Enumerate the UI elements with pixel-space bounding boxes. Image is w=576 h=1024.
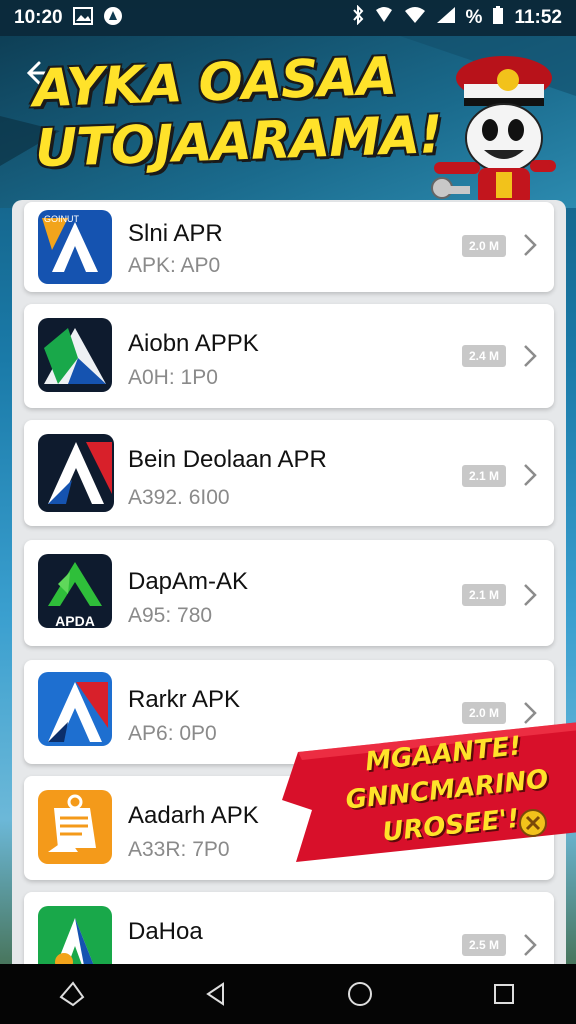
signal-icon xyxy=(436,6,456,30)
app-name: Aadarh APK xyxy=(128,802,259,829)
svg-text:GOINUT: GOINUT xyxy=(44,214,80,224)
size-badge: 2.4 M xyxy=(462,345,506,367)
nav-gesture-icon[interactable] xyxy=(52,974,92,1014)
status-time-right: 11:52 xyxy=(514,7,562,28)
chevron-right-icon xyxy=(520,341,540,371)
app-name: Aiobn APPK xyxy=(128,330,259,357)
app-subtitle: A392. 6I00 xyxy=(128,486,230,509)
home-icon[interactable] xyxy=(340,974,380,1014)
app-name: DaHoa xyxy=(128,918,203,945)
app-list: GOINUT Slni APR APK: AP0 2.0 M Aiobn APP… xyxy=(12,200,566,984)
app-subtitle: AP6: 0P0 xyxy=(128,722,217,745)
wifi-icon xyxy=(404,6,426,30)
mascot-icon xyxy=(412,50,562,206)
size-badge: 2.1 M xyxy=(462,584,506,606)
app-subtitle: A0H: 1P0 xyxy=(128,366,218,389)
chevron-right-icon xyxy=(520,580,540,610)
alarm-icon xyxy=(374,6,394,30)
size-badge: 2.5 M xyxy=(462,934,506,956)
navigation-bar xyxy=(0,964,576,1024)
list-item-app-2[interactable]: Aiobn APPK A0H: 1P0 2.4 M xyxy=(24,304,554,408)
status-time-left: 10:20 xyxy=(14,7,63,28)
list-item-app-3[interactable]: Bein Deolaan APR A392. 6I00 2.1 M xyxy=(24,420,554,526)
battery-percent-label: % xyxy=(465,7,483,28)
app-icon-red-a xyxy=(38,434,114,512)
list-item-app-1[interactable]: GOINUT Slni APR APK: AP0 2.0 M xyxy=(24,202,554,292)
app-name: Rarkr APK xyxy=(128,686,241,713)
size-badge: 2.0 M xyxy=(462,235,506,257)
promo-banner[interactable]: MGAANTE! GNNCMARINO UROSEE'! xyxy=(282,722,576,862)
promo-close-icon[interactable] xyxy=(518,808,548,843)
status-bar: 10:20 % 11:52 xyxy=(0,0,576,36)
app-name: Bein Deolaan APR xyxy=(128,446,327,473)
battery-icon xyxy=(492,5,504,31)
size-badge: 2.1 M xyxy=(462,465,506,487)
recents-icon[interactable] xyxy=(484,974,524,1014)
bluetooth-icon xyxy=(352,4,364,31)
gallery-notification-icon xyxy=(72,6,93,30)
apda-label: APDA xyxy=(55,613,95,628)
header-banner: AYKA OASAA UTOJAARAMA! xyxy=(0,36,576,208)
app-name: Slni APR xyxy=(128,220,223,247)
app-icon-blue-red-a xyxy=(38,672,112,746)
chevron-right-icon xyxy=(520,460,540,490)
chevron-right-icon xyxy=(520,930,540,960)
app-icon-apda: APDA xyxy=(38,554,112,628)
app-name: DapAm-AK xyxy=(128,568,249,595)
list-item-app-4[interactable]: APDA DapAm-AK A95: 780 2.1 M xyxy=(24,540,554,646)
chevron-right-icon xyxy=(520,230,540,260)
app-icon-green-a xyxy=(38,318,112,392)
app-icon-orange-doc xyxy=(38,790,112,864)
page-title: AYKA OASAA UTOJAARAMA! xyxy=(32,45,456,180)
app-subtitle: A95: 780 xyxy=(128,604,213,627)
app-subtitle: APK: AP0 xyxy=(128,254,221,277)
size-badge: 2.0 M xyxy=(462,702,506,724)
app-icon-blue-a: GOINUT xyxy=(38,210,112,284)
back-icon[interactable] xyxy=(196,974,236,1014)
app-subtitle: A33R: 7P0 xyxy=(128,838,230,861)
app-notification-icon xyxy=(103,6,123,31)
